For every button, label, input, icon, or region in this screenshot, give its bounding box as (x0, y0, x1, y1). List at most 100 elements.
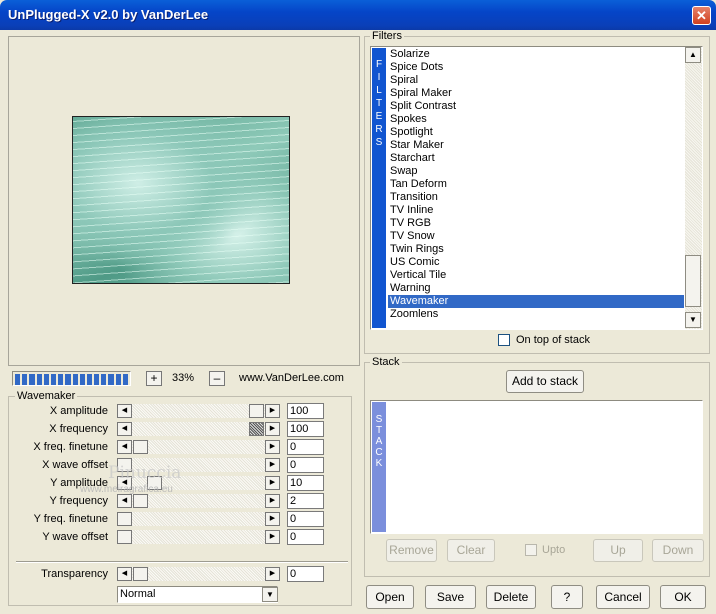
param-label: Y freq. finetune (33, 513, 108, 525)
title-bar[interactable]: UnPlugged-X v2.0 by VanDerLee ✕ (0, 0, 716, 30)
filter-list-item[interactable]: Twin Rings (388, 243, 684, 256)
delete-button[interactable]: Delete (486, 585, 536, 609)
ok-button[interactable]: OK (660, 585, 706, 609)
param-value-input[interactable]: 2 (287, 493, 324, 509)
slider-right-arrow-icon[interactable]: ▶ (265, 458, 280, 472)
slider-right-arrow-icon[interactable]: ▶ (265, 422, 280, 436)
slider-left-arrow-icon[interactable]: ◀ (117, 567, 132, 581)
slider-right-arrow-icon[interactable]: ▶ (265, 512, 280, 526)
clear-button[interactable]: Clear (447, 539, 495, 562)
param-slider[interactable]: ◀▶ (117, 494, 280, 508)
param-value-input[interactable]: 10 (287, 475, 324, 491)
website-link[interactable]: www.VanDerLee.com (239, 372, 344, 384)
stack-group-label: Stack (370, 356, 402, 368)
side-bar-letter: S (375, 137, 383, 148)
slider-thumb[interactable] (249, 404, 264, 418)
save-button[interactable]: Save (425, 585, 476, 609)
filters-group-label: Filters (370, 30, 404, 42)
slider-thumb[interactable] (117, 530, 132, 544)
filter-list-item[interactable]: Spiral (388, 74, 684, 87)
filter-list-item[interactable]: TV Snow (388, 230, 684, 243)
filter-list-item[interactable]: Zoomlens (388, 308, 684, 321)
side-bar-letter: F (375, 59, 383, 70)
watermark-url: www.meiragrafica.eu (80, 484, 173, 495)
slider-left-arrow-icon[interactable]: ◀ (117, 404, 132, 418)
slider-right-arrow-icon[interactable]: ▶ (265, 476, 280, 490)
zoom-level: 33% (172, 372, 195, 384)
scroll-up-icon[interactable]: ▲ (685, 47, 701, 63)
param-slider[interactable]: ◀▶ (117, 422, 280, 436)
filter-list-item[interactable]: Split Contrast (388, 100, 684, 113)
zoom-out-button[interactable]: – (209, 371, 225, 386)
slider-left-arrow-icon[interactable]: ◀ (117, 422, 132, 436)
filter-list-item[interactable]: US Comic (388, 256, 684, 269)
up-button[interactable]: Up (593, 539, 643, 562)
side-bar-letter: T (375, 98, 383, 109)
chevron-down-icon[interactable]: ▼ (262, 587, 278, 602)
filter-list-item[interactable]: Wavemaker (388, 295, 684, 308)
slider-left-arrow-icon[interactable]: ◀ (117, 440, 132, 454)
filter-list-item[interactable]: Spotlight (388, 126, 684, 139)
blend-mode-select[interactable]: Normal ▼ (117, 586, 278, 603)
param-slider[interactable]: ◀▶ (117, 440, 280, 454)
side-bar-letter: E (375, 111, 383, 122)
slider-left-arrow-icon[interactable]: ◀ (117, 494, 132, 508)
filter-list-item[interactable]: Tan Deform (388, 178, 684, 191)
slider-right-arrow-icon[interactable]: ▶ (265, 530, 280, 544)
slider-right-arrow-icon[interactable]: ▶ (265, 404, 280, 418)
param-slider[interactable]: ◀▶ (117, 404, 280, 418)
wavemaker-group-label: Wavemaker (15, 390, 78, 402)
side-bar-letter: C (375, 447, 383, 458)
filter-list-item[interactable]: TV Inline (388, 204, 684, 217)
param-value-input[interactable]: 0 (287, 439, 324, 455)
transparency-slider[interactable]: ◀ ▶ (117, 567, 280, 581)
slider-thumb[interactable] (117, 512, 132, 526)
stack-list[interactable] (370, 400, 703, 534)
add-to-stack-button[interactable]: Add to stack (506, 370, 584, 393)
scroll-down-icon[interactable]: ▼ (685, 312, 701, 328)
filter-list-item[interactable]: Transition (388, 191, 684, 204)
help-button[interactable]: ? (551, 585, 583, 609)
filter-list-item[interactable]: Spokes (388, 113, 684, 126)
filter-list-item[interactable]: Spiral Maker (388, 87, 684, 100)
slider-thumb[interactable] (133, 494, 148, 508)
preview-image[interactable] (72, 116, 290, 284)
filter-list-item[interactable]: Starchart (388, 152, 684, 165)
param-slider[interactable]: ◀▶ (117, 530, 280, 544)
filter-list-item[interactable]: Solarize (388, 48, 684, 61)
upto-checkbox[interactable] (525, 544, 537, 556)
transparency-value-input[interactable]: 0 (287, 566, 324, 582)
slider-right-arrow-icon[interactable]: ▶ (265, 494, 280, 508)
param-value-input[interactable]: 100 (287, 403, 324, 419)
filter-list-item[interactable]: Swap (388, 165, 684, 178)
param-value-input[interactable]: 100 (287, 421, 324, 437)
remove-button[interactable]: Remove (386, 539, 437, 562)
filter-list-item[interactable]: Spice Dots (388, 61, 684, 74)
param-value-input[interactable]: 0 (287, 511, 324, 527)
filters-scrollbar[interactable]: ▲ ▼ (685, 47, 702, 329)
filter-list-item[interactable]: TV RGB (388, 217, 684, 230)
slider-thumb[interactable] (133, 440, 148, 454)
progress-segment (43, 374, 49, 385)
filter-list-item[interactable]: Vertical Tile (388, 269, 684, 282)
down-button[interactable]: Down (652, 539, 704, 562)
slider-thumb[interactable] (133, 567, 148, 581)
slider-right-arrow-icon[interactable]: ▶ (265, 440, 280, 454)
close-button[interactable]: ✕ (692, 6, 711, 25)
slider-right-arrow-icon[interactable]: ▶ (265, 567, 280, 581)
close-icon: ✕ (696, 8, 707, 23)
filter-list-item[interactable]: Warning (388, 282, 684, 295)
progress-segment (36, 374, 42, 385)
param-label: X amplitude (49, 405, 108, 417)
param-slider[interactable]: ◀▶ (117, 512, 280, 526)
filter-list-item[interactable]: Star Maker (388, 139, 684, 152)
param-value-input[interactable]: 0 (287, 457, 324, 473)
open-button[interactable]: Open (366, 585, 414, 609)
scroll-thumb[interactable] (685, 255, 701, 307)
zoom-in-button[interactable]: + (146, 371, 162, 386)
filters-side-bar: FILTERS (372, 48, 386, 328)
slider-thumb[interactable] (249, 422, 264, 436)
on-top-of-stack-checkbox[interactable] (498, 334, 510, 346)
param-value-input[interactable]: 0 (287, 529, 324, 545)
cancel-button[interactable]: Cancel (596, 585, 650, 609)
